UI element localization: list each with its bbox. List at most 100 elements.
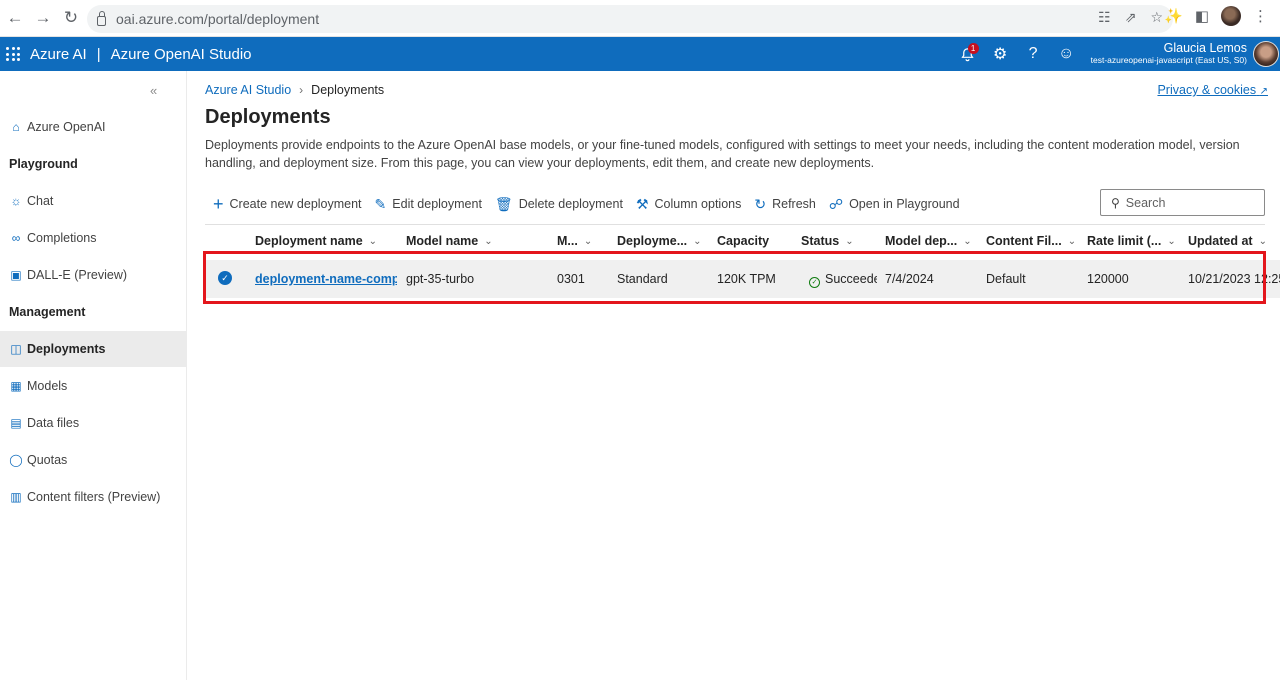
sidebar-item-chat[interactable]: ☼ Chat	[0, 183, 186, 219]
page-description: Deployments provide endpoints to the Azu…	[205, 138, 1240, 170]
playground-icon: ☍	[828, 195, 844, 212]
column-header-deployment-type[interactable]: Deployme... ⌄	[617, 234, 702, 248]
home-icon: ⌂	[12, 120, 20, 134]
browser-menu-icon[interactable]: ⋮	[1253, 7, 1268, 25]
browser-profile-avatar[interactable]	[1221, 6, 1241, 26]
column-header-model-version[interactable]: M... ⌄	[557, 234, 592, 248]
sidebar-item-label: Models	[27, 379, 68, 393]
search-icon: ⚲	[1111, 195, 1120, 210]
share-icon[interactable]: ⇗	[1125, 9, 1137, 26]
search-input[interactable]	[1125, 195, 1246, 210]
privacy-cookies-link[interactable]: Privacy & cookies ↗	[1157, 83, 1268, 97]
edit-deployment-label: Edit deployment	[392, 197, 482, 211]
create-deployment-label: Create new deployment	[229, 197, 362, 211]
chevron-down-icon: ⌄	[963, 235, 972, 247]
column-header-model-deprecation[interactable]: Model dep... ⌄	[885, 234, 972, 248]
chevron-down-icon: ⌄	[693, 235, 702, 247]
app-header: Azure AI | Azure OpenAI Studio 1 ⚙ ? ☺ G…	[0, 37, 1280, 71]
edit-deployment-button[interactable]: ✎ Edit deployment	[375, 196, 482, 213]
sidebar-item-completions[interactable]: ∞ Completions	[0, 220, 186, 256]
chat-icon: ☼	[10, 194, 22, 208]
column-header-label: Capacity	[717, 234, 770, 248]
app-launcher-icon[interactable]	[6, 47, 20, 61]
sidebar-item-content-filters[interactable]: ▥ Content filters (Preview)	[0, 479, 186, 515]
open-in-playground-button[interactable]: ☍ Open in Playground	[829, 196, 960, 213]
privacy-link-label: Privacy & cookies	[1157, 83, 1257, 97]
search-box[interactable]: ⚲	[1100, 189, 1265, 216]
help-icon[interactable]: ?	[1017, 37, 1050, 71]
user-name: Glaucia Lemos	[1163, 41, 1247, 56]
page-title: Deployments	[205, 106, 331, 128]
refresh-button[interactable]: ↻ Refresh	[754, 196, 816, 213]
lock-icon	[97, 10, 106, 26]
chevron-down-icon: ⌄	[1067, 235, 1077, 247]
refresh-icon: ↻	[754, 195, 767, 212]
quotas-icon: ◯	[9, 453, 23, 467]
delete-deployment-button[interactable]: 🗑 Delete deployment	[495, 196, 623, 213]
column-header-label: Deployment name	[255, 234, 363, 248]
chevron-down-icon: ⌄	[845, 235, 854, 247]
column-options-button[interactable]: ⚒ Column options	[636, 196, 741, 213]
account-info[interactable]: Glaucia Lemos test-azureopenai-javascrip…	[1091, 42, 1247, 65]
reload-icon[interactable]: ↻	[58, 5, 84, 31]
delete-deployment-label: Delete deployment	[518, 197, 623, 211]
sidebar-item-deployments[interactable]: ◫ Deployments	[0, 331, 186, 367]
column-header-content-filter[interactable]: Content Fil... ⌄	[986, 234, 1076, 248]
column-header-model-name[interactable]: Model name ⌄	[406, 234, 493, 248]
column-options-label: Column options	[654, 197, 742, 211]
bookmark-star-icon[interactable]: ☆	[1150, 9, 1163, 26]
address-bar[interactable]: oai.azure.com/portal/deployment ☷ ⇗ ☆	[87, 5, 1173, 33]
forward-icon[interactable]: →	[30, 5, 56, 31]
table-divider	[205, 224, 1265, 225]
column-header-updated-at[interactable]: Updated at ⌄	[1188, 234, 1267, 248]
create-deployment-button[interactable]: + Create new deployment	[213, 194, 362, 215]
column-header-rate-limit[interactable]: Rate limit (... ⌄	[1087, 234, 1176, 248]
image-icon: ▣	[10, 268, 22, 282]
sidebar-heading-management: Management	[9, 305, 86, 319]
wrench-icon: ⚒	[635, 195, 649, 212]
models-icon: ▦	[10, 379, 22, 393]
sidebar-item-label: DALL-E (Preview)	[27, 268, 128, 282]
chevron-down-icon: ⌄	[368, 235, 378, 247]
column-header-label: Deployme...	[617, 234, 688, 248]
command-bar: + Create new deployment ✎ Edit deploymen…	[213, 193, 973, 215]
column-header-label: Model dep...	[885, 234, 958, 248]
sidebar-item-quotas[interactable]: ◯ Quotas	[0, 442, 186, 478]
breadcrumb-root-link[interactable]: Azure AI Studio	[205, 83, 291, 97]
external-link-icon: ↗	[1259, 86, 1268, 97]
extensions-icon[interactable]: ✨	[1164, 7, 1183, 25]
notifications-bell-icon[interactable]: 1	[951, 37, 984, 71]
chevron-down-icon: ⌄	[1167, 235, 1176, 247]
column-header-label: Status	[801, 234, 840, 248]
product-title[interactable]: Azure OpenAI Studio	[111, 46, 252, 63]
column-header-capacity[interactable]: Capacity	[717, 234, 769, 248]
side-panel-icon[interactable]: ◧	[1195, 7, 1209, 25]
user-tenant: test-azureopenai-javascript (East US, S0…	[1090, 55, 1247, 66]
sidebar-item-models[interactable]: ▦ Models	[0, 368, 186, 404]
column-header-label: M...	[557, 234, 578, 248]
sidebar-item-label: Completions	[27, 231, 97, 245]
deployments-icon: ◫	[10, 342, 22, 356]
column-header-status[interactable]: Status ⌄	[801, 234, 854, 248]
highlight-annotation-box	[203, 251, 1266, 304]
settings-gear-icon[interactable]: ⚙	[984, 37, 1017, 71]
content-filter-icon: ▥	[10, 490, 22, 504]
sidebar-item-data-files[interactable]: ▤ Data files	[0, 405, 186, 441]
sidebar-item-dall-e[interactable]: ▣ DALL-E (Preview)	[0, 257, 186, 293]
address-url: oai.azure.com/portal/deployment	[116, 11, 320, 27]
chevron-down-icon: ⌄	[1258, 235, 1267, 247]
plus-icon: +	[213, 193, 224, 214]
translate-icon[interactable]: ☷	[1098, 9, 1111, 26]
column-header-label: Rate limit (...	[1087, 234, 1162, 248]
column-header-label: Content Fil...	[986, 234, 1062, 248]
back-icon[interactable]: ←	[2, 5, 28, 31]
feedback-smiley-icon[interactable]: ☺	[1050, 37, 1083, 71]
sidebar-item-azure-openai[interactable]: ⌂ Azure OpenAI	[0, 109, 186, 145]
brand-title[interactable]: Azure AI	[30, 46, 87, 63]
user-avatar[interactable]	[1253, 41, 1279, 67]
completions-icon: ∞	[11, 231, 21, 245]
collapse-sidebar-icon[interactable]: «	[150, 83, 157, 98]
breadcrumb-current: Deployments	[311, 83, 385, 97]
sidebar-item-label: Content filters (Preview)	[27, 490, 161, 504]
column-header-deployment-name[interactable]: Deployment name ⌄	[255, 234, 377, 248]
